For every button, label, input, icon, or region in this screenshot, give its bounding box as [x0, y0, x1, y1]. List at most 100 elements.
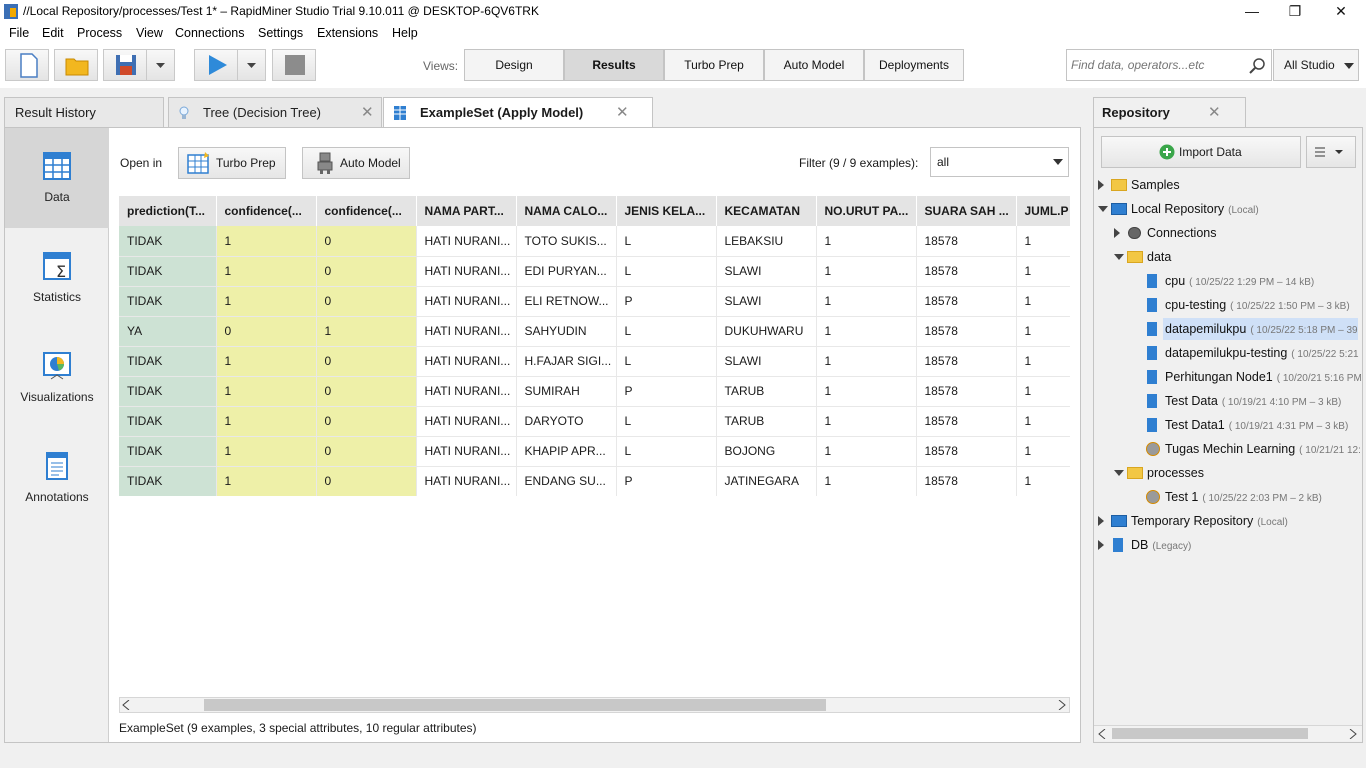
table-cell[interactable]: TIDAK — [119, 436, 217, 467]
table-cell[interactable]: 0 — [316, 406, 417, 437]
tree-item-cpu-testing[interactable]: cpu-testing( 10/25/22 1:50 PM – 3 kB) — [1165, 294, 1350, 316]
table-cell[interactable]: 1 — [1016, 376, 1070, 407]
tree-item-processes-folder[interactable]: processes — [1147, 462, 1208, 484]
column-header[interactable]: KECAMATAN — [716, 196, 817, 226]
table-cell[interactable]: 1 — [816, 436, 917, 467]
column-header[interactable]: NAMA PART... — [416, 196, 517, 226]
table-cell[interactable]: 18578 — [916, 286, 1017, 317]
view-turbo-prep-button[interactable]: Turbo Prep — [664, 49, 764, 81]
table-cell[interactable]: H.FAJAR SIGI... — [516, 346, 617, 377]
table-cell[interactable]: L — [616, 316, 717, 347]
new-process-button[interactable] — [5, 49, 49, 81]
menu-settings[interactable]: Settings — [258, 26, 303, 40]
table-cell[interactable]: JATINEGARA — [716, 466, 817, 496]
column-header[interactable]: confidence(... — [216, 196, 317, 226]
table-cell[interactable]: 0 — [316, 286, 417, 317]
open-process-button[interactable] — [54, 49, 98, 81]
collapse-arrow-icon[interactable] — [1114, 470, 1124, 476]
table-cell[interactable]: 0 — [216, 316, 317, 347]
scroll-left-icon[interactable] — [122, 700, 130, 710]
table-cell[interactable]: 1 — [216, 466, 317, 496]
repository-menu-button[interactable] — [1306, 136, 1356, 168]
table-cell[interactable]: 1 — [816, 376, 917, 407]
table-row[interactable]: TIDAK 1 0 HATI NURANI... EDI PURYAN... L SLAWI… — [119, 256, 1070, 287]
expand-arrow-icon[interactable] — [1098, 516, 1104, 526]
table-cell[interactable]: 0 — [316, 466, 417, 496]
maximize-button[interactable]: ❐ — [1272, 0, 1318, 24]
table-cell[interactable]: 1 — [216, 346, 317, 377]
column-header[interactable]: NAMA CALO... — [516, 196, 617, 226]
search-icon[interactable] — [1249, 58, 1267, 74]
table-cell[interactable]: HATI NURANI... — [416, 376, 517, 407]
tree-item-temporary-repository[interactable]: Temporary Repository (Local) — [1131, 510, 1288, 532]
table-cell[interactable]: 1 — [1016, 256, 1070, 287]
import-data-button[interactable]: Import Data — [1101, 136, 1301, 168]
table-cell[interactable]: TIDAK — [119, 406, 217, 437]
tab-result-history[interactable]: Result History — [4, 97, 164, 128]
table-cell[interactable]: L — [616, 436, 717, 467]
table-cell[interactable]: 18578 — [916, 376, 1017, 407]
table-cell[interactable]: HATI NURANI... — [416, 226, 517, 257]
table-cell[interactable]: 1 — [816, 316, 917, 347]
table-cell[interactable]: TIDAK — [119, 286, 217, 317]
table-row[interactable]: TIDAK 1 0 HATI NURANI... ELI RETNOW... P SLAWI… — [119, 286, 1070, 317]
table-cell[interactable]: 1 — [1016, 406, 1070, 437]
table-cell[interactable]: 1 — [1016, 226, 1070, 257]
tree-item-samples[interactable]: Samples — [1131, 174, 1184, 196]
table-cell[interactable]: DARYOTO — [516, 406, 617, 437]
menu-process[interactable]: Process — [77, 26, 122, 40]
table-cell[interactable]: 0 — [316, 436, 417, 467]
table-cell[interactable]: 18578 — [916, 226, 1017, 257]
sidebar-item-visualizations[interactable]: Visualizations — [5, 328, 109, 428]
column-header[interactable]: JENIS KELA... — [616, 196, 717, 226]
table-cell[interactable]: 18578 — [916, 406, 1017, 437]
tree-item-db[interactable]: DB (Legacy) — [1131, 534, 1191, 556]
table-cell[interactable]: P — [616, 286, 717, 317]
table-cell[interactable]: 1 — [216, 436, 317, 467]
table-cell[interactable]: BOJONG — [716, 436, 817, 467]
table-cell[interactable]: SUMIRAH — [516, 376, 617, 407]
view-auto-model-button[interactable]: Auto Model — [764, 49, 864, 81]
expand-arrow-icon[interactable] — [1114, 228, 1120, 238]
filter-dropdown[interactable]: all — [930, 147, 1069, 177]
table-cell[interactable]: 1 — [1016, 436, 1070, 467]
table-cell[interactable]: DUKUHWARU — [716, 316, 817, 347]
table-cell[interactable]: 1 — [216, 286, 317, 317]
stop-process-button[interactable] — [272, 49, 316, 81]
open-in-auto-model-button[interactable]: Auto Model — [302, 147, 410, 179]
table-cell[interactable]: 1 — [316, 316, 417, 347]
table-cell[interactable]: 1 — [1016, 316, 1070, 347]
table-cell[interactable]: L — [616, 346, 717, 377]
table-row[interactable]: TIDAK 1 0 HATI NURANI... KHAPIP APR... L BOJON… — [119, 436, 1070, 467]
table-cell[interactable]: L — [616, 256, 717, 287]
column-header[interactable]: NO.URUT PA... — [816, 196, 917, 226]
global-search-input[interactable] — [1071, 58, 1241, 72]
sidebar-item-data[interactable]: Data — [5, 128, 109, 228]
save-process-button[interactable] — [103, 49, 147, 81]
menu-edit[interactable]: Edit — [42, 26, 64, 40]
tree-item-data-folder[interactable]: data — [1147, 246, 1175, 268]
menu-help[interactable]: Help — [392, 26, 418, 40]
save-dropdown-button[interactable] — [146, 49, 175, 81]
close-window-button[interactable]: ✕ — [1318, 0, 1364, 24]
repository-scrollbar[interactable] — [1094, 725, 1362, 741]
tree-item-local-repository[interactable]: Local Repository (Local) — [1131, 198, 1259, 220]
table-cell[interactable]: YA — [119, 316, 217, 347]
menu-view[interactable]: View — [136, 26, 163, 40]
table-cell[interactable]: 1 — [1016, 346, 1070, 377]
horizontal-scrollbar[interactable] — [119, 697, 1070, 713]
all-studio-dropdown[interactable]: All Studio — [1273, 49, 1359, 81]
close-tab-icon[interactable]: ✕ — [361, 98, 374, 127]
table-cell[interactable]: 0 — [316, 256, 417, 287]
tree-item-tugas-mechin-learning[interactable]: Tugas Mechin Learning( 10/21/21 12: — [1165, 438, 1361, 460]
table-cell[interactable]: 1 — [216, 376, 317, 407]
column-header[interactable]: JUML.P — [1016, 196, 1070, 226]
close-tab-icon[interactable]: ✕ — [616, 98, 629, 127]
table-cell[interactable]: 18578 — [916, 436, 1017, 467]
table-cell[interactable]: P — [616, 466, 717, 496]
table-row[interactable]: TIDAK 1 0 HATI NURANI... SUMIRAH P TARUB 1 18578… — [119, 376, 1070, 407]
view-results-button[interactable]: Results — [564, 49, 664, 81]
column-header[interactable]: prediction(T... — [119, 196, 217, 226]
table-cell[interactable]: TIDAK — [119, 256, 217, 287]
horizontal-scroll-thumb[interactable] — [204, 699, 826, 711]
